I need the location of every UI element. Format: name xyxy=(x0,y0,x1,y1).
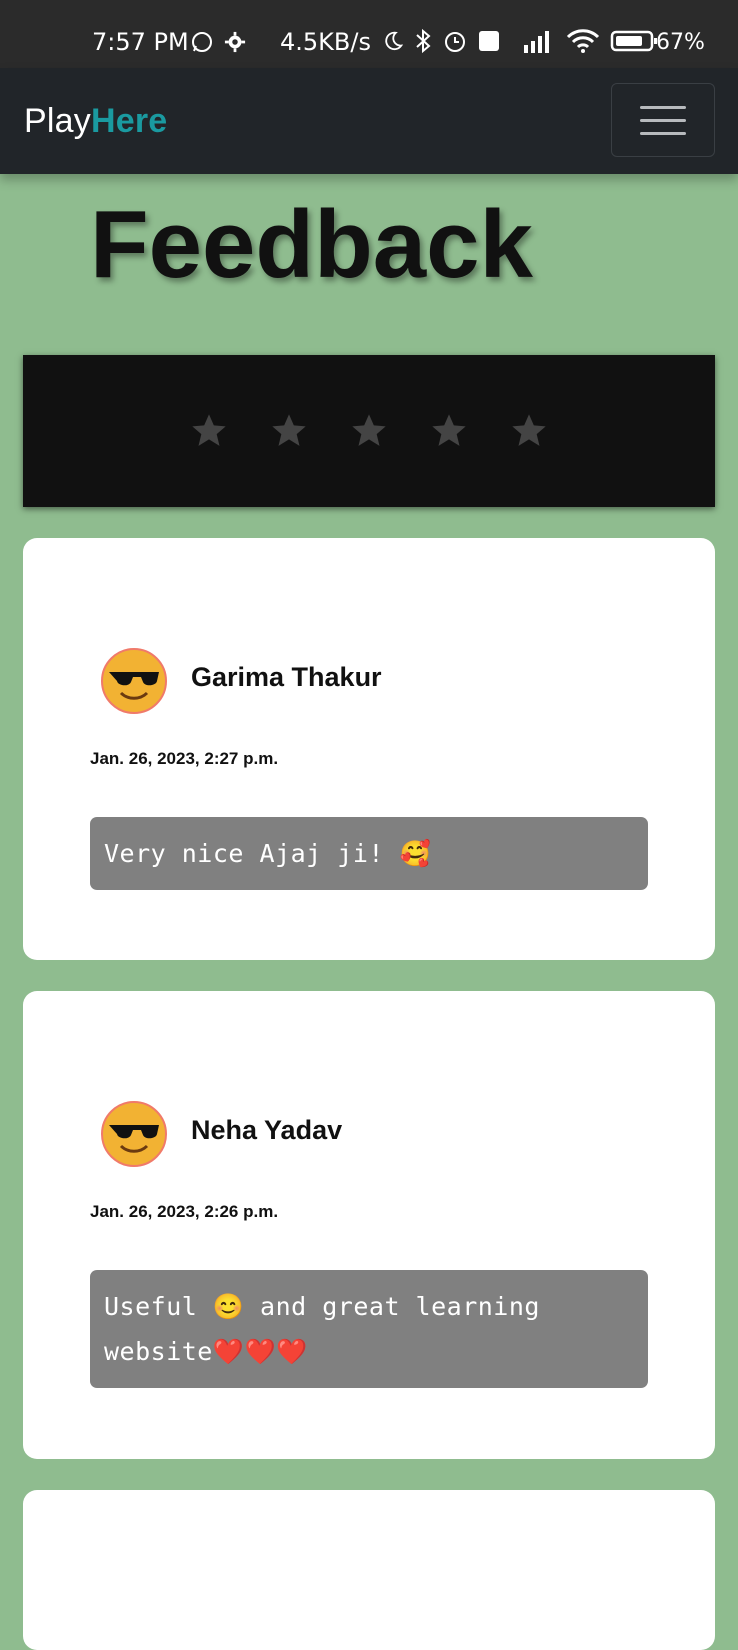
status-left-icons xyxy=(190,30,246,54)
brand-here: Here xyxy=(90,102,168,140)
star-rating xyxy=(23,355,715,507)
feedback-comment: Very nice Ajaj ji! 🥰 xyxy=(90,817,648,890)
battery-icon xyxy=(610,30,657,52)
whatsapp-icon xyxy=(192,32,212,52)
battery-percentage: 67% xyxy=(656,30,705,55)
status-bar: 7:57 PM 4.5KB/s 67% xyxy=(0,0,738,68)
feedback-comment: Useful 😊 and great learning website❤️❤️❤… xyxy=(90,1270,648,1388)
volte-icon xyxy=(479,31,499,51)
status-right-icons xyxy=(382,28,660,54)
feedback-author: Garima Thakur xyxy=(191,662,382,692)
network-speed: 4.5KB/s xyxy=(280,28,371,56)
signal-4g-icon xyxy=(524,31,549,53)
alarm-icon xyxy=(445,32,465,52)
status-time: 7:57 PM xyxy=(92,28,189,56)
star-icon-1[interactable] xyxy=(189,411,229,451)
sunglasses-emoji-avatar-icon xyxy=(101,1101,167,1167)
moon-icon xyxy=(385,31,404,51)
settings-gear-icon xyxy=(224,31,246,53)
sunglasses-emoji-avatar-icon xyxy=(101,648,167,714)
star-icon-5[interactable] xyxy=(509,411,549,451)
feedback-date: Jan. 26, 2023, 2:27 p.m. xyxy=(90,749,279,768)
star-icon-4[interactable] xyxy=(429,411,469,451)
brand-logo[interactable]: PlayHere xyxy=(24,102,167,141)
wifi-icon xyxy=(566,29,600,53)
hamburger-icon-bar xyxy=(640,105,686,109)
brand-play: Play xyxy=(24,102,91,140)
hamburger-icon-bar xyxy=(640,131,686,135)
feedback-card: Neha Yadav Jan. 26, 2023, 2:26 p.m. Usef… xyxy=(23,991,715,1459)
feedback-date: Jan. 26, 2023, 2:26 p.m. xyxy=(90,1202,279,1221)
feedback-card: Garima Thakur Jan. 26, 2023, 2:27 p.m. V… xyxy=(23,538,715,960)
star-icon-3[interactable] xyxy=(349,411,389,451)
page-title: Feedback xyxy=(90,191,533,298)
hamburger-icon-bar xyxy=(640,118,686,122)
menu-toggle-button[interactable] xyxy=(611,83,715,157)
bluetooth-icon xyxy=(416,28,431,54)
star-icon-2[interactable] xyxy=(269,411,309,451)
feedback-author: Neha Yadav xyxy=(191,1115,343,1145)
navbar: PlayHere xyxy=(0,68,738,174)
feedback-card xyxy=(23,1490,715,1650)
